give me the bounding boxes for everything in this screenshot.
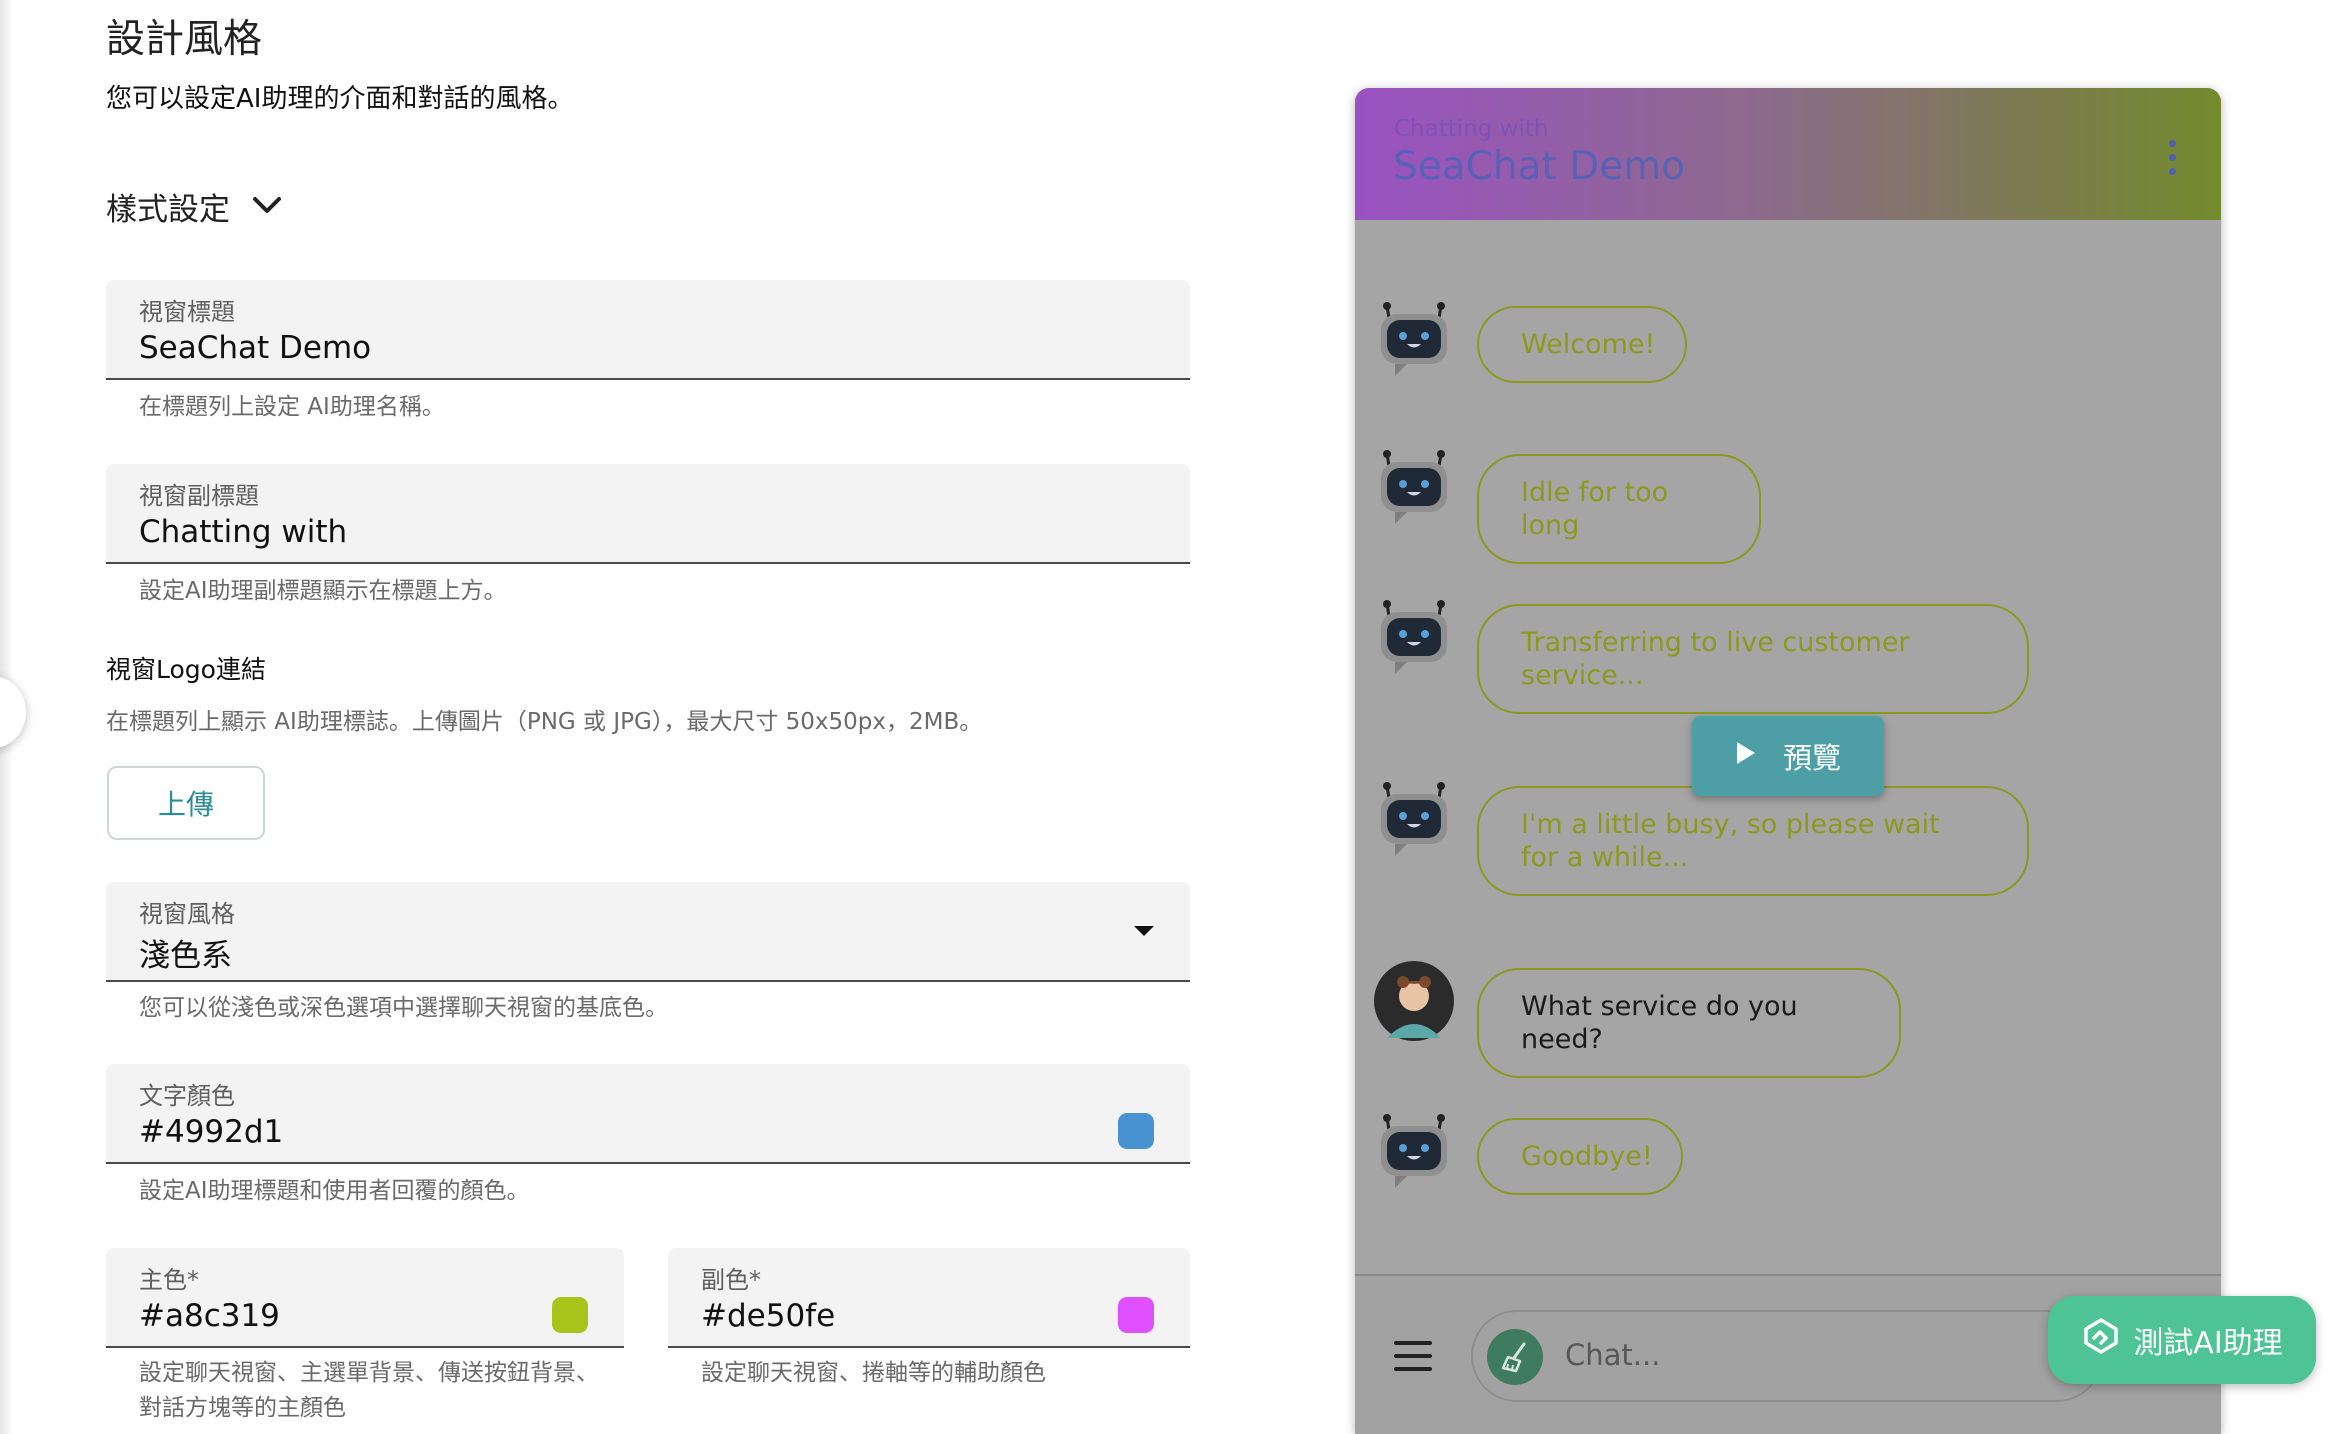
window-style-value: 淺色系 [139, 938, 232, 974]
window-title-hint: 在標題列上設定 AI助理名稱。 [139, 394, 445, 420]
bot-avatar-icon [1381, 782, 1447, 856]
sidebar-toggle-handle[interactable] [0, 676, 26, 748]
primary-color-field[interactable]: 主色* #a8c319 [106, 1248, 624, 1348]
window-subtitle-hint: 設定AI助理副標題顯示在標題上方。 [139, 578, 507, 604]
chat-header: Chatting with SeaChat Demo [1355, 88, 2221, 220]
field-label: 文字顏色 [139, 1082, 235, 1110]
secondary-color-input[interactable]: #de50fe [701, 1298, 835, 1334]
test-assistant-button[interactable]: 測試AI助理 [2048, 1296, 2316, 1384]
assistant-logo-icon [2081, 1316, 2121, 1364]
field-label: 視窗副標題 [139, 482, 259, 510]
dropdown-arrow-icon [1132, 923, 1156, 942]
secondary-color-hint: 設定聊天視窗、捲軸等的輔助顏色 [701, 1360, 1046, 1386]
chevron-down-icon [252, 196, 282, 216]
bot-avatar-icon [1381, 450, 1447, 524]
bot-avatar-icon [1381, 600, 1447, 674]
bot-message-bubble: Welcome! [1477, 306, 1687, 383]
preview-button-label: 預覽 [1782, 741, 1841, 775]
logo-hint: 在標題列上顯示 AI助理標誌。上傳圖片（PNG 或 JPG），最大尺寸 50x5… [106, 709, 983, 735]
logo-label: 視窗Logo連結 [106, 655, 266, 684]
message-row: Goodbye! [1373, 1110, 1733, 1220]
window-subtitle-field[interactable]: 視窗副標題 Chatting with [106, 464, 1190, 564]
chat-title: SeaChat Demo [1393, 144, 1686, 189]
text-color-input[interactable]: #4992d1 [139, 1114, 283, 1150]
style-settings-toggle[interactable]: 樣式設定 [106, 184, 282, 228]
field-label: 副色* [701, 1266, 761, 1294]
text-color-hint: 設定AI助理標題和使用者回覆的顏色。 [139, 1178, 530, 1204]
window-title-field[interactable]: 視窗標題 SeaChat Demo [106, 280, 1190, 380]
message-row: What service do you need? [1373, 960, 1933, 1078]
window-title-input[interactable]: SeaChat Demo [139, 330, 371, 366]
message-row: Welcome! [1373, 298, 1733, 408]
text-color-swatch[interactable] [1118, 1113, 1154, 1149]
window-style-select[interactable]: 視窗風格 淺色系 [106, 882, 1190, 982]
upload-button[interactable]: 上傳 [107, 766, 265, 840]
kebab-menu-icon[interactable] [2169, 140, 2177, 180]
bot-message-bubble: Idle for too long [1477, 454, 1761, 564]
secondary-color-field[interactable]: 副色* #de50fe [668, 1248, 1190, 1348]
page-title: 設計風格 [106, 17, 263, 62]
preview-button[interactable]: 預覽 [1692, 716, 1884, 796]
window-style-hint: 您可以從淺色或深色選項中選擇聊天視窗的基底色。 [139, 995, 668, 1021]
primary-color-hint: 設定聊天視窗、主選單背景、傳送按鈕背景、對話方塊等的主顏色 [139, 1360, 599, 1421]
test-assistant-label: 測試AI助理 [2133, 1326, 2283, 1361]
bot-avatar-icon [1381, 1114, 1447, 1188]
page-description: 您可以設定AI助理的介面和對話的風格。 [106, 84, 574, 114]
hamburger-icon[interactable] [1394, 1341, 1432, 1373]
bot-message-bubble: Transferring to live customer service... [1477, 604, 2029, 714]
play-icon [1735, 739, 1757, 773]
section-label: 樣式設定 [106, 191, 230, 228]
bot-message-bubble: Goodbye! [1477, 1118, 1683, 1195]
field-label: 視窗風格 [139, 900, 235, 928]
message-row: Transferring to live customer service... [1373, 596, 2093, 720]
chat-subtitle: Chatting with [1394, 116, 1549, 142]
field-label: 主色* [139, 1266, 199, 1294]
message-row: I'm a little busy, so please wait for a … [1373, 778, 2093, 902]
primary-color-input[interactable]: #a8c319 [139, 1298, 280, 1334]
message-row: Idle for too long [1373, 446, 1833, 564]
bot-avatar-icon [1381, 302, 1447, 376]
primary-color-swatch[interactable] [552, 1297, 588, 1333]
secondary-color-swatch[interactable] [1118, 1297, 1154, 1333]
user-message-bubble: What service do you need? [1477, 968, 1901, 1078]
window-subtitle-input[interactable]: Chatting with [139, 514, 347, 550]
field-label: 視窗標題 [139, 298, 235, 326]
bot-message-bubble: I'm a little busy, so please wait for a … [1477, 786, 2029, 896]
text-color-field[interactable]: 文字顏色 #4992d1 [106, 1064, 1190, 1164]
user-avatar-icon [1374, 961, 1454, 1041]
broom-icon[interactable] [1487, 1329, 1543, 1385]
chat-input-placeholder: Chat... [1565, 1338, 1661, 1372]
chat-input[interactable]: Chat... [1471, 1310, 2103, 1402]
